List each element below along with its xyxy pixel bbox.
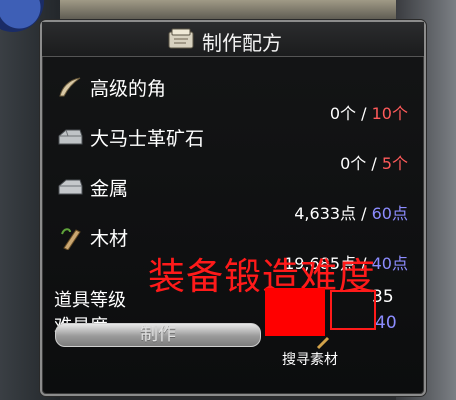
material-name: 高级的角 <box>90 78 167 100</box>
make-button[interactable]: 制作 <box>55 323 261 347</box>
metal-icon <box>58 179 83 195</box>
material-row-damascus-ore: 大马士革矿石 0个 / 5个 <box>42 120 424 173</box>
ore-icon <box>58 129 83 145</box>
material-row-metal: 金属 4,633点 / 60点 <box>42 170 424 223</box>
recipe-book-icon <box>168 28 194 49</box>
dialog-title-bar: 制作配方 <box>42 22 424 57</box>
item-level-label: 道具等级 <box>54 290 126 311</box>
search-materials-icon[interactable] <box>316 336 330 350</box>
redaction-block <box>265 288 325 336</box>
material-name: 大马士革矿石 <box>90 128 205 150</box>
horn-icon <box>59 77 81 97</box>
material-name: 金属 <box>90 178 129 200</box>
difficulty-highlight-box <box>330 290 376 330</box>
material-row-horn: 高级的角 0个 / 10个 <box>42 70 424 123</box>
material-name: 木材 <box>90 228 129 250</box>
difficulty-value: 40 <box>375 313 397 333</box>
search-materials-link[interactable]: 搜寻素材 <box>282 349 338 369</box>
dialog-title: 制作配方 <box>202 31 282 55</box>
wood-icon <box>61 228 81 250</box>
